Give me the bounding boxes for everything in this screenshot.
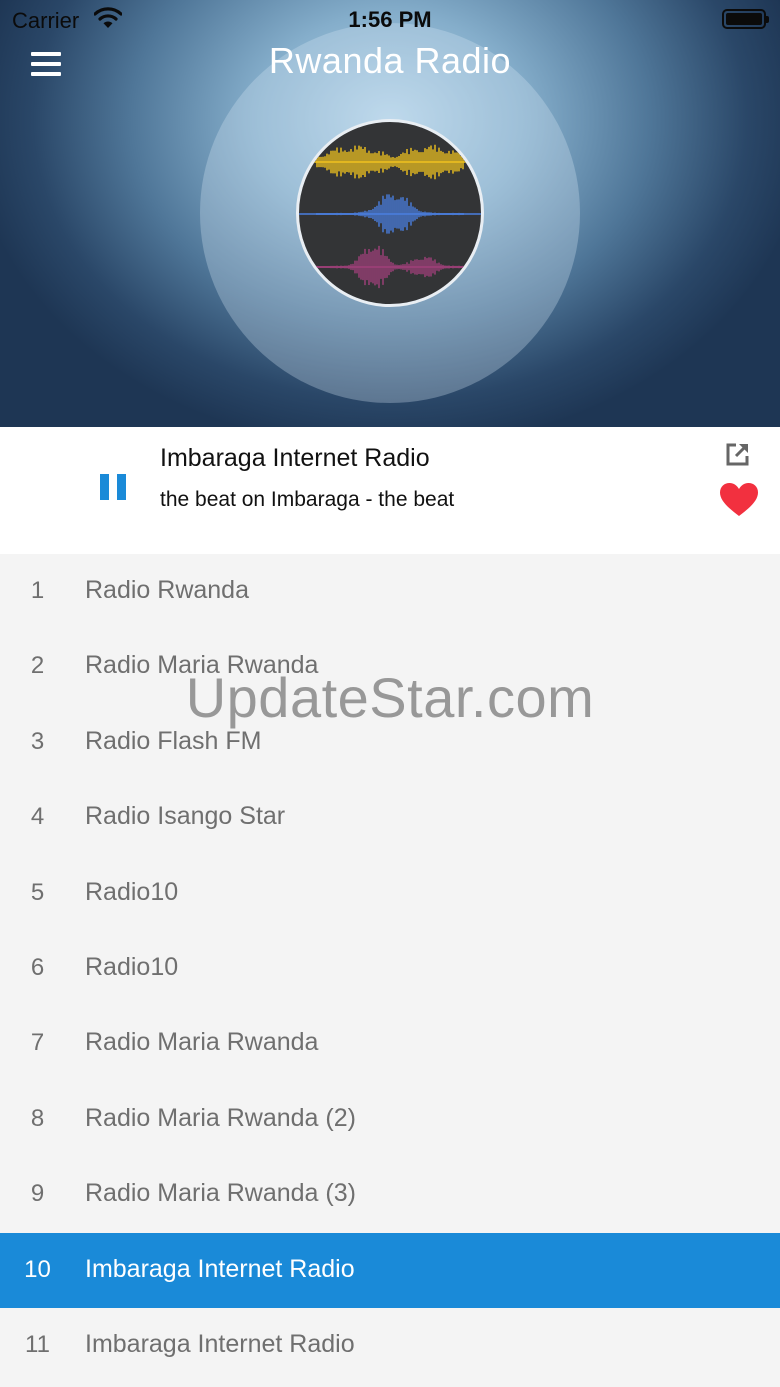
app-screen: Carrier 1:56 PM Rwanda Radio Imbaraga In… bbox=[0, 0, 780, 1387]
share-icon[interactable] bbox=[725, 441, 751, 467]
station-number: 10 bbox=[24, 1255, 51, 1283]
station-number: 3 bbox=[30, 727, 45, 755]
station-list-item[interactable]: 4 Radio Isango Star bbox=[0, 780, 780, 856]
station-name: Radio Maria Rwanda bbox=[85, 651, 319, 680]
station-list-item[interactable]: 7 Radio Maria Rwanda bbox=[0, 1006, 780, 1082]
favorite-heart-icon[interactable] bbox=[719, 482, 759, 518]
station-list: 1 Radio Rwanda 2 Radio Maria Rwanda 3 Ra… bbox=[0, 554, 780, 1384]
station-number: 6 bbox=[30, 953, 45, 981]
station-number: 11 bbox=[25, 1330, 50, 1358]
station-name: Radio Maria Rwanda (2) bbox=[85, 1103, 356, 1132]
station-number: 9 bbox=[30, 1180, 45, 1208]
station-name: Radio Rwanda bbox=[85, 576, 249, 604]
station-list-item[interactable]: 6 Radio10 bbox=[0, 930, 780, 1007]
battery-icon bbox=[722, 9, 769, 29]
station-number: 1 bbox=[30, 577, 45, 604]
status-bar: Carrier 1:56 PM bbox=[0, 0, 780, 40]
station-list-item-selected[interactable]: 10 Imbaraga Internet Radio bbox=[0, 1232, 780, 1308]
station-list-item[interactable]: 8 Radio Maria Rwanda (2) bbox=[0, 1081, 780, 1158]
station-name: Radio Flash FM bbox=[85, 726, 262, 755]
station-list-item[interactable]: 3 Radio Flash FM bbox=[0, 704, 780, 781]
header: Carrier 1:56 PM Rwanda Radio bbox=[0, 0, 780, 427]
app-title: Rwanda Radio bbox=[268, 40, 512, 81]
station-list-item[interactable]: 9 Radio Maria Rwanda (3) bbox=[0, 1157, 780, 1233]
station-name: Radio10 bbox=[85, 952, 179, 981]
station-name: Radio Maria Rwanda bbox=[85, 1028, 319, 1057]
station-name: Radio Maria Rwanda (3) bbox=[85, 1179, 356, 1208]
station-number: 5 bbox=[30, 878, 45, 906]
station-list-item[interactable]: 2 Radio Maria Rwanda bbox=[0, 629, 780, 705]
station-list-item[interactable]: 11 Imbaraga Internet Radio bbox=[0, 1307, 780, 1384]
station-number: 8 bbox=[30, 1104, 45, 1132]
clock: 1:56 PM bbox=[348, 7, 432, 32]
station-artwork bbox=[296, 119, 484, 307]
station-list-item[interactable]: 1 Radio Rwanda bbox=[0, 554, 780, 630]
station-name: Imbaraga Internet Radio bbox=[85, 1254, 355, 1283]
now-playing-bar: Imbaraga Internet Radio the beat on Imba… bbox=[0, 427, 780, 554]
station-name: Radio10 bbox=[85, 877, 179, 906]
station-name: Radio Isango Star bbox=[85, 802, 286, 831]
station-name: Imbaraga Internet Radio bbox=[85, 1329, 355, 1358]
now-playing-station: Imbaraga Internet Radio bbox=[160, 444, 430, 472]
station-number: 2 bbox=[30, 652, 45, 680]
station-list-item[interactable]: 5 Radio10 bbox=[0, 855, 780, 931]
station-number: 7 bbox=[30, 1029, 45, 1057]
pause-button[interactable] bbox=[98, 472, 130, 502]
station-number: 4 bbox=[30, 803, 45, 831]
now-playing-track: the beat on Imbaraga - the beat bbox=[160, 488, 455, 511]
soundwave-icon bbox=[299, 144, 481, 289]
